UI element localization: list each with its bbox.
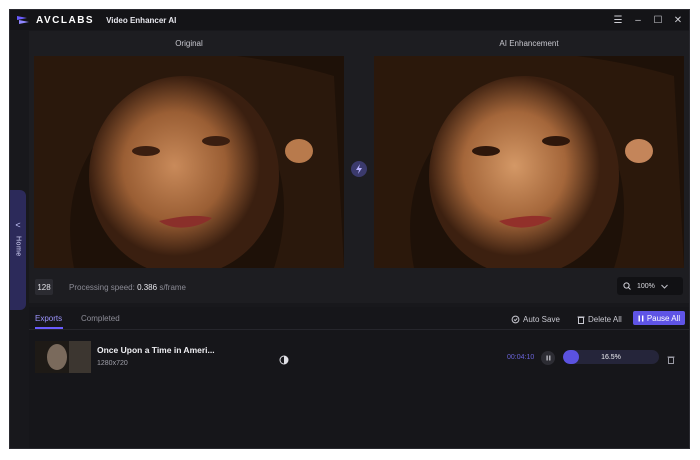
elapsed-time: 00:04:10 <box>507 354 535 361</box>
sidebar-home-tab[interactable]: < Home <box>10 190 26 310</box>
original-frame-image <box>34 56 344 268</box>
tab-exports[interactable]: Exports <box>35 314 62 323</box>
auto-save-button[interactable]: Auto Save <box>511 312 560 326</box>
chevron-left-icon: < <box>15 220 21 230</box>
enhanced-label: AI Enhancement <box>499 39 559 48</box>
brand-name: AVCLABS <box>36 14 95 26</box>
trash-icon <box>577 316 585 324</box>
minimize-icon[interactable]: – <box>633 15 643 26</box>
processing-speed: Processing speed: 0.386 s/frame <box>69 283 186 292</box>
video-resolution: 1280x720 <box>97 360 128 367</box>
window-controls: ☰ – ☐ ✕ <box>613 10 683 30</box>
original-label: Original <box>175 39 203 48</box>
maximize-icon[interactable]: ☐ <box>653 15 663 26</box>
auto-save-icon <box>511 315 520 323</box>
speed-value: 0.386 <box>137 283 158 292</box>
speed-label: Processing speed: <box>69 283 135 292</box>
zoom-icon <box>623 282 631 290</box>
pause-icon <box>638 315 644 321</box>
speed-unit: s/frame <box>159 283 186 292</box>
enhanced-frame-image <box>374 56 684 268</box>
contrast-icon[interactable] <box>279 352 289 370</box>
auto-save-label: Auto Save <box>523 314 560 324</box>
item-delete-icon[interactable] <box>667 351 675 369</box>
queue-tabs: Exports Completed Auto Save Delete All P… <box>29 307 689 330</box>
list-item[interactable]: Once Upon a Time in Ameri... 1280x720 00… <box>29 337 689 377</box>
zoom-control[interactable]: 100% <box>617 277 683 295</box>
progress-bar: 16.5% <box>563 350 659 364</box>
close-icon[interactable]: ✕ <box>673 15 683 26</box>
zoom-level: 100% <box>637 282 655 290</box>
app-name: Video Enhancer AI <box>106 15 177 25</box>
delete-all-label: Delete All <box>588 314 622 324</box>
sidebar-home-label: Home <box>14 236 22 257</box>
frame-counter: 128 <box>35 279 53 295</box>
item-pause-button[interactable] <box>541 351 555 365</box>
pause-icon <box>546 355 550 361</box>
pause-all-button[interactable]: Pause All <box>633 311 685 325</box>
pause-all-label: Pause All <box>646 313 681 323</box>
chevron-down-icon <box>661 284 668 289</box>
title-bar: AVCLABS Video Enhancer AI ☰ – ☐ ✕ <box>10 10 689 30</box>
progress-percent: 16.5% <box>601 353 621 361</box>
tab-completed[interactable]: Completed <box>81 314 120 323</box>
delete-all-button[interactable]: Delete All <box>577 312 622 326</box>
compare-lightning-icon[interactable] <box>351 161 367 177</box>
menu-icon[interactable]: ☰ <box>613 15 623 26</box>
video-filename: Once Upon a Time in Ameri... <box>97 345 215 355</box>
preview-area: Original AI Enhancement 128 Processing s… <box>29 31 689 303</box>
app-window: AVCLABS Video Enhancer AI ☰ – ☐ ✕ < Home… <box>9 9 690 449</box>
video-thumbnail <box>35 341 91 373</box>
active-tab-indicator <box>35 327 63 329</box>
export-queue: Exports Completed Auto Save Delete All P… <box>29 307 689 448</box>
avclabs-logo-icon <box>16 13 30 27</box>
